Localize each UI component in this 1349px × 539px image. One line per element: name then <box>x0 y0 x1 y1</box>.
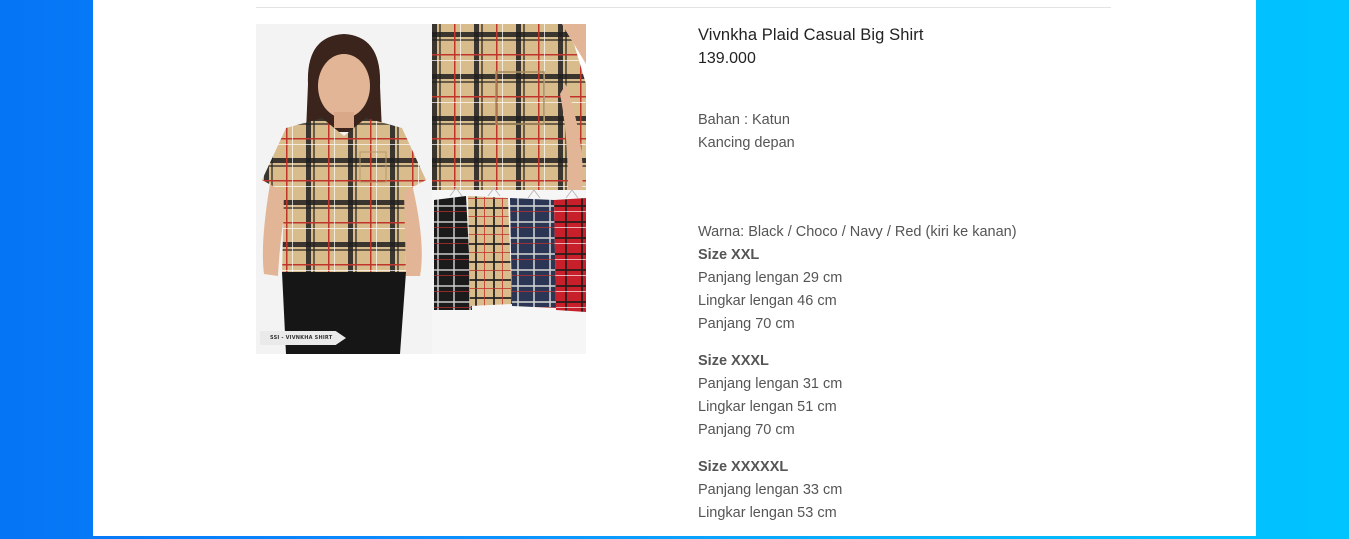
product-image[interactable]: SSI - VIVNKHA SHIRT <box>256 24 586 354</box>
product-info: Vivnkha Plaid Casual Big Shirt 139.000 B… <box>698 24 1118 539</box>
product-title: Vivnkha Plaid Casual Big Shirt <box>698 26 924 44</box>
product-description: Bahan : Katun Kancing depan Warna: Black… <box>698 109 1118 525</box>
size-block-xxxxxl: Size XXXXXL Panjang lengan 33 cm Lingkar… <box>698 456 1118 525</box>
image-label-badge: SSI - VIVNKHA SHIRT <box>260 331 346 345</box>
size-detail: Lingkar lengan 46 cm <box>698 293 837 309</box>
size-detail: Panjang lengan 29 cm <box>698 270 843 286</box>
product-photo-collage <box>256 24 586 354</box>
size-detail: Panjang 70 cm <box>698 316 795 332</box>
size-heading: Size XXXL <box>698 353 769 369</box>
description-line-buttons: Kancing depan <box>698 135 795 151</box>
product-price: 139.000 <box>698 50 756 67</box>
page-content: SSI - VIVNKHA SHIRT Vivnkha Plaid Casual… <box>93 0 1256 536</box>
size-block-xxl: Size XXL Panjang lengan 29 cm Lingkar le… <box>698 244 1118 336</box>
size-detail: Panjang 70 cm <box>698 422 795 438</box>
size-detail: Panjang lengan 33 cm <box>698 482 843 498</box>
top-divider <box>256 7 1111 8</box>
size-block-xxxl: Size XXXL Panjang lengan 31 cm Lingkar l… <box>698 350 1118 442</box>
size-heading: Size XXXXXL <box>698 459 789 475</box>
size-detail: Panjang lengan 31 cm <box>698 376 843 392</box>
size-detail: Lingkar lengan 51 cm <box>698 399 837 415</box>
description-line-material: Bahan : Katun <box>698 112 790 128</box>
size-heading: Size XXL <box>698 247 760 263</box>
size-detail: Lingkar lengan 53 cm <box>698 505 837 521</box>
description-colors: Warna: Black / Choco / Navy / Red (kiri … <box>698 224 1017 240</box>
